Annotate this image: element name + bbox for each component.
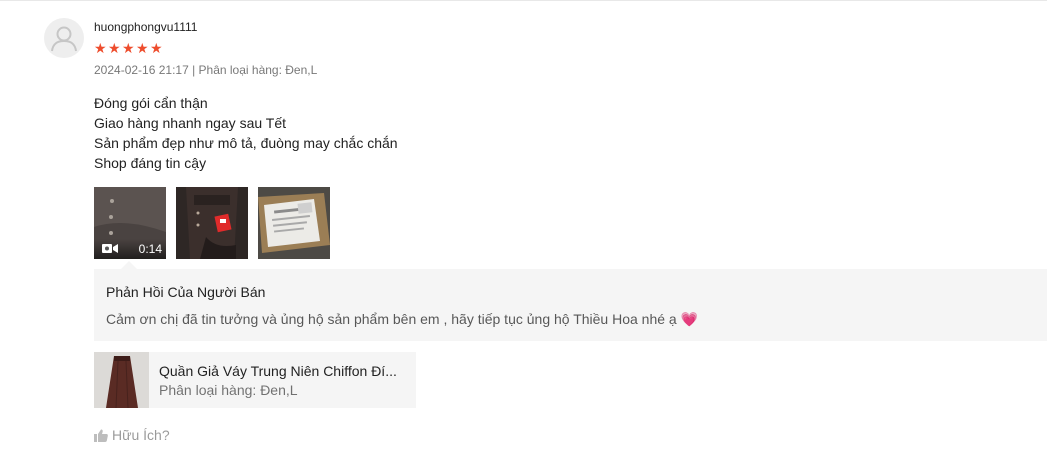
seller-reply: Phản Hồi Của Người Bán Cảm ơn chị đã tin… <box>94 269 1047 341</box>
review-line: Giao hàng nhanh ngay sau Tết <box>94 115 287 131</box>
product-name: Quần Giả Váy Trung Niên Chiffon Đí... <box>159 363 397 379</box>
reviewer-username[interactable]: huongphongvu1111 <box>94 20 197 34</box>
avatar[interactable] <box>44 18 84 58</box>
video-duration: 0:14 <box>138 242 162 256</box>
review-image-thumbnail[interactable] <box>258 187 330 259</box>
review-image-thumbnail[interactable] <box>176 187 248 259</box>
heart-icon: 💗 <box>680 311 699 327</box>
review-text: Đóng gói cẩn thận Giao hàng nhanh ngay s… <box>94 93 398 173</box>
seller-reply-title: Phản Hồi Của Người Bán <box>106 284 266 300</box>
star-icon: ★ <box>122 40 136 56</box>
product-image <box>94 352 149 408</box>
rating-stars: ★★★★★ <box>94 40 164 56</box>
product-variation: Phân loại hàng: Đen,L <box>159 382 298 398</box>
star-icon: ★ <box>108 40 122 56</box>
review-meta: 2024-02-16 21:17 | Phân loại hàng: Đen,L <box>94 63 318 77</box>
helpful-label: Hữu Ích? <box>112 427 170 443</box>
star-icon: ★ <box>136 40 150 56</box>
top-divider <box>0 0 1047 1</box>
star-icon: ★ <box>94 40 108 56</box>
review-line: Shop đáng tin cậy <box>94 155 207 171</box>
video-camera-icon <box>102 244 118 253</box>
seller-reply-message: Cảm ơn chị đã tin tưởng và ủng hộ sản ph… <box>106 311 677 327</box>
thumbs-up-icon <box>94 429 108 442</box>
product-thumbnail <box>94 352 149 408</box>
helpful-button[interactable]: Hữu Ích? <box>94 427 170 443</box>
skirt-photo <box>176 187 248 259</box>
star-icon: ★ <box>150 40 164 56</box>
seller-reply-text: Cảm ơn chị đã tin tưởng và ủng hộ sản ph… <box>106 311 698 328</box>
review-line: Sản phẩm đẹp như mô tả, đuòng may chắc c… <box>94 135 398 151</box>
reply-pointer <box>121 261 137 269</box>
package-photo <box>258 187 330 259</box>
product-card[interactable]: Quần Giả Váy Trung Niên Chiffon Đí... Ph… <box>94 352 416 408</box>
user-silhouette-icon <box>51 26 77 52</box>
review-line: Đóng gói cẩn thận <box>94 95 208 111</box>
review-video-thumbnail[interactable]: 0:14 <box>94 187 166 259</box>
